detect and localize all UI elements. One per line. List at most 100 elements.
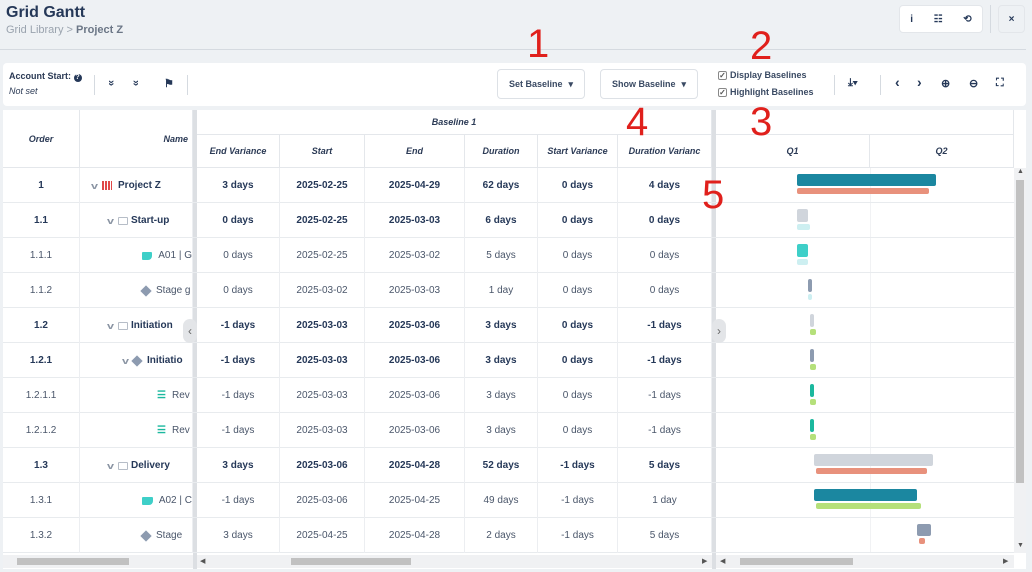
task-bar[interactable] xyxy=(809,314,814,327)
scroll-left-icon[interactable]: ◀ xyxy=(200,557,205,565)
column-header-name[interactable]: Name xyxy=(80,110,193,168)
task-name[interactable]: Rev xyxy=(172,390,190,401)
horizontal-scrollbar-middle[interactable]: ◀ ▶ xyxy=(197,555,712,568)
highlight-baselines-checkbox[interactable]: ✓ Highlight Baselines xyxy=(718,87,814,97)
table-row[interactable]: 1.2.1.2 ☰ Rev -1 days 2025-03-03 2025-03-06 3 … xyxy=(3,413,1014,448)
cell-duration-variance: -1 days xyxy=(618,413,712,448)
task-bar[interactable] xyxy=(809,419,814,432)
task-name[interactable]: Project Z xyxy=(118,180,161,191)
next-icon[interactable]: › xyxy=(917,74,922,90)
cell-duration: 49 days xyxy=(465,483,538,518)
chevron-down-icon[interactable]: v xyxy=(107,321,114,331)
milestone-diamond-icon xyxy=(131,354,143,367)
task-name[interactable]: Delivery xyxy=(131,460,170,471)
expand-all-icon[interactable]: » xyxy=(105,80,117,86)
close-button[interactable]: × xyxy=(998,5,1025,33)
collapse-grid-button[interactable]: ‹ xyxy=(183,319,197,343)
history-icon[interactable]: ⟲ xyxy=(963,14,971,25)
scroll-right-icon[interactable]: ▶ xyxy=(702,557,707,565)
chevron-down-icon[interactable]: v xyxy=(107,216,114,226)
task-bar[interactable] xyxy=(809,349,814,362)
export-icon[interactable]: ⤓▾ xyxy=(848,77,858,90)
task-bar[interactable] xyxy=(797,174,936,186)
cell-duration: 3 days xyxy=(465,378,538,413)
table-row[interactable]: 1.1.1 A01 | G0 days 2025-02-25 2025-03-02 5 … xyxy=(3,238,1014,273)
timeline-q1: Q1 xyxy=(716,135,870,168)
cell-end-variance: -1 days xyxy=(197,308,280,343)
table-row[interactable]: 1.3 v Delivery 3 days 2025-03-06 2025-04-28 52… xyxy=(3,448,1014,483)
scroll-right-icon[interactable]: ▶ xyxy=(1003,557,1008,565)
task-bar[interactable] xyxy=(797,244,808,257)
table-row[interactable]: 1.1.2 Stage g0 days 2025-03-02 2025-03-03 1 … xyxy=(3,273,1014,308)
scrollbar-thumb[interactable] xyxy=(740,558,853,565)
task-icon xyxy=(142,496,153,505)
horizontal-scrollbar-left[interactable] xyxy=(3,555,193,568)
baseline-bar xyxy=(809,364,816,370)
cell-name: v Start-up xyxy=(80,203,193,238)
table-row[interactable]: 1.1 v Start-up 0 days 2025-02-25 2025-03-03 6 … xyxy=(3,203,1014,238)
column-header-start-variance[interactable]: Start Variance xyxy=(538,135,618,168)
display-baselines-checkbox[interactable]: ✓ Display Baselines xyxy=(718,70,807,80)
scrollbar-thumb[interactable] xyxy=(1016,180,1024,483)
breadcrumb-parent[interactable]: Grid Library xyxy=(6,24,63,36)
cell-duration: 3 days xyxy=(465,413,538,448)
task-bar[interactable] xyxy=(809,384,814,397)
scroll-left-icon[interactable]: ◀ xyxy=(720,557,725,565)
scroll-down-icon[interactable]: ▼ xyxy=(1017,542,1024,549)
cell-name: A02 | C xyxy=(80,483,193,518)
task-name[interactable]: Initiation xyxy=(131,320,173,331)
set-baseline-button[interactable]: Set Baseline ▾ xyxy=(497,69,585,99)
collapse-all-icon[interactable]: « xyxy=(130,80,142,86)
cell-start: 2025-03-03 xyxy=(280,308,365,343)
cell-end-variance: 3 days xyxy=(197,448,280,483)
cell-end: 2025-03-06 xyxy=(365,343,465,378)
chevron-down-icon[interactable]: v xyxy=(91,181,98,191)
gantt-grid: Order Name Baseline 1 End Variance Start… xyxy=(3,110,1026,569)
table-row[interactable]: 1.3.1 A02 | C -1 days 2025-03-06 2025-04-25 4… xyxy=(3,483,1014,518)
expand-grid-button[interactable]: › xyxy=(712,319,726,343)
task-bar[interactable] xyxy=(797,209,808,222)
zoom-in-icon[interactable]: ⊕ xyxy=(941,77,950,90)
task-name[interactable]: Rev xyxy=(172,425,190,436)
cell-end-variance: -1 days xyxy=(197,413,280,448)
list-icon[interactable]: ☷ xyxy=(934,14,943,25)
task-name[interactable]: Initiatio xyxy=(147,355,183,366)
table-row[interactable]: 1.2.1.1 ☰ Rev -1 days 2025-03-03 2025-03-06 3 … xyxy=(3,378,1014,413)
show-baseline-button[interactable]: Show Baseline ▾ xyxy=(600,69,698,99)
task-bar[interactable] xyxy=(813,454,934,466)
column-header-order[interactable]: Order xyxy=(3,110,80,168)
scrollbar-thumb[interactable] xyxy=(291,558,411,565)
task-name[interactable]: Stage g xyxy=(156,285,190,296)
prev-icon[interactable]: ‹ xyxy=(895,74,900,90)
task-bar[interactable] xyxy=(807,279,812,292)
horizontal-scrollbar-gantt[interactable]: ◀ ▶ xyxy=(716,555,1014,568)
zoom-out-icon[interactable]: ⊖ xyxy=(969,77,978,90)
table-row[interactable]: 1 v Project Z 3 days 2025-02-25 2025-04-29 62 … xyxy=(3,168,1014,203)
chevron-down-icon[interactable]: v xyxy=(122,356,129,366)
column-header-start[interactable]: Start xyxy=(280,135,365,168)
column-header-end-variance[interactable]: End Variance xyxy=(197,135,280,168)
scroll-up-icon[interactable]: ▲ xyxy=(1017,168,1024,175)
column-header-duration[interactable]: Duration xyxy=(465,135,538,168)
clear-filter-icon[interactable]: ⚑ xyxy=(164,77,174,90)
table-row[interactable]: 1.2.1 v Initiatio -1 days 2025-03-03 2025-03-… xyxy=(3,343,1014,378)
table-row[interactable]: 1.2 v Initiation -1 days 2025-03-03 2025-03-0… xyxy=(3,308,1014,343)
task-bar[interactable] xyxy=(813,489,917,501)
task-name[interactable]: A01 | G xyxy=(158,250,192,261)
task-name[interactable]: Stage xyxy=(156,530,182,541)
cell-start-variance: 0 days xyxy=(538,168,618,203)
task-bar[interactable] xyxy=(916,524,932,536)
cell-duration-variance: 0 days xyxy=(618,238,712,273)
task-name[interactable]: Start-up xyxy=(131,215,169,226)
table-row[interactable]: 1.3.2 Stage 3 days 2025-04-25 2025-04-28 2 da… xyxy=(3,518,1014,553)
info-icon[interactable]: i xyxy=(910,14,913,25)
cell-duration-variance: -1 days xyxy=(618,378,712,413)
vertical-scrollbar[interactable]: ▲ ▼ xyxy=(1014,168,1026,553)
cell-end-variance: 0 days xyxy=(197,273,280,308)
chevron-down-icon[interactable]: v xyxy=(107,461,114,471)
task-name[interactable]: A02 | C xyxy=(159,495,192,506)
fit-icon[interactable]: ⛶ xyxy=(996,77,1004,90)
column-header-end[interactable]: End xyxy=(365,135,465,168)
help-icon[interactable]: ? xyxy=(73,74,82,82)
scrollbar-thumb[interactable] xyxy=(17,558,129,565)
